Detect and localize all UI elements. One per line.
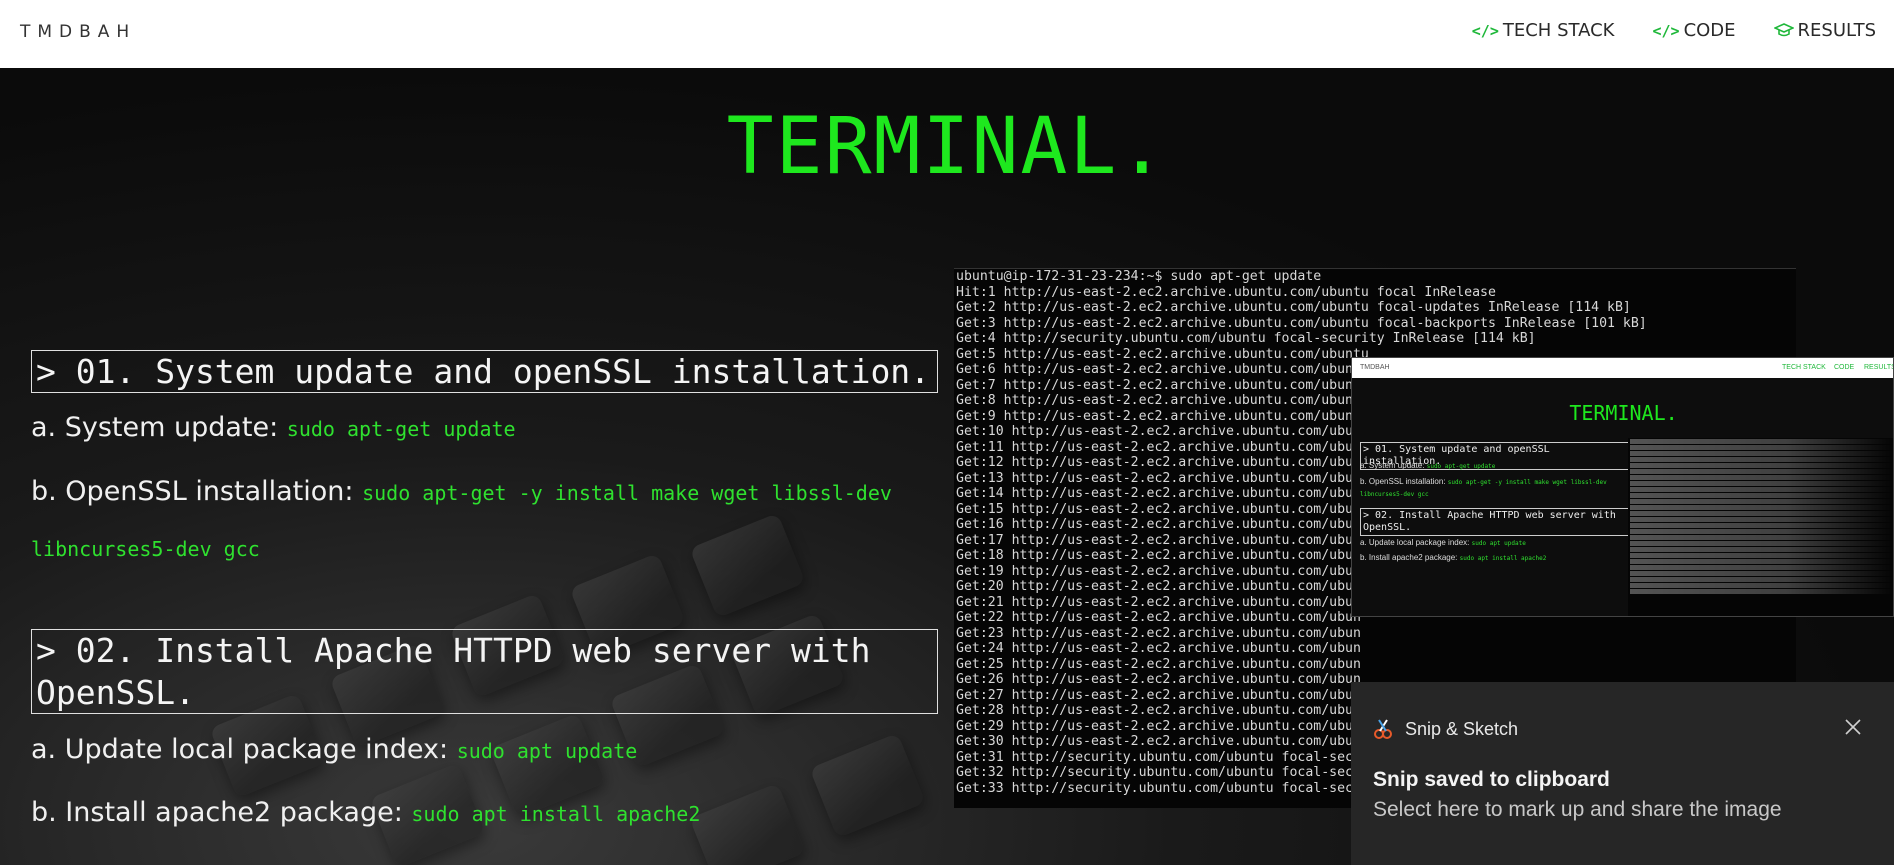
step-01-heading: > 01. System update and openSSL installa… bbox=[31, 350, 938, 393]
step-label: a. Update local package index: bbox=[31, 734, 457, 765]
preview-brand: TMDBAH bbox=[1360, 364, 1390, 371]
preview-command: sudo apt-get -y install make wget libssl… bbox=[1447, 479, 1607, 486]
nav-link-label: CODE bbox=[1683, 20, 1736, 41]
preview-command: libncurses5-dev gcc bbox=[1360, 491, 1429, 498]
step-02-item-b: b. Install apache2 package: sudo apt ins… bbox=[31, 797, 700, 828]
graduation-cap-icon bbox=[1773, 22, 1794, 39]
preview-title: TERMINAL. bbox=[1569, 401, 1678, 425]
terminal-line: Get:24 http://us-east-2.ec2.archive.ubun… bbox=[956, 641, 1361, 656]
terminal-line: Hit:1 http://us-east-2.ec2.archive.ubunt… bbox=[956, 284, 1496, 300]
step-01-item-a: a. System update: sudo apt-get update bbox=[31, 412, 516, 443]
notification-title: Snip saved to clipboard bbox=[1373, 768, 1610, 791]
top-navbar: TMDBAH </> TECH STACK </> CODE RESULTS bbox=[0, 0, 1894, 68]
terminal-line: Get:3 http://us-east-2.ec2.archive.ubunt… bbox=[956, 315, 1647, 331]
step-label: a. System update: bbox=[31, 412, 287, 443]
notification-header: Snip & Sketch bbox=[1373, 718, 1518, 740]
preview-terminal bbox=[1628, 438, 1893, 616]
step-02-heading-line2: OpenSSL. bbox=[36, 673, 195, 712]
close-icon[interactable] bbox=[1842, 716, 1864, 738]
preview-label: a. System update: bbox=[1360, 461, 1425, 470]
preview-navbar: TMDBAH TECH STACK CODE RESULTS bbox=[1352, 358, 1894, 378]
preview-line-b-cont: libncurses5-dev gcc bbox=[1360, 489, 1429, 498]
terminal-line: Get:23 http://us-east-2.ec2.archive.ubun… bbox=[956, 625, 1361, 641]
nav-link-tech-stack[interactable]: </> TECH STACK bbox=[1472, 20, 1615, 41]
nav-link-label: RESULTS bbox=[1797, 20, 1876, 41]
command-text: sudo apt update bbox=[456, 739, 638, 763]
command-text: sudo apt-get update bbox=[286, 417, 516, 441]
preview-label: a. Update local package index: bbox=[1360, 538, 1470, 547]
code-icon: </> bbox=[1652, 21, 1680, 40]
page-title: TERMINAL. bbox=[726, 102, 1168, 192]
step-label: b. OpenSSL installation: bbox=[31, 476, 363, 507]
command-text: sudo apt install apache2 bbox=[411, 802, 701, 826]
nav-link-label: TECH STACK bbox=[1502, 20, 1615, 41]
preview-label: b. OpenSSL installation: bbox=[1360, 477, 1446, 486]
brand-logo[interactable]: TMDBAH bbox=[20, 22, 136, 42]
snip-sketch-notification[interactable]: Snip & Sketch Snip saved to clipboard Se… bbox=[1351, 682, 1894, 865]
snip-sketch-app-icon bbox=[1374, 719, 1392, 739]
preview-command: sudo apt-get update bbox=[1426, 463, 1496, 470]
preview-line-d: b. Install apache2 package: sudo apt ins… bbox=[1360, 553, 1546, 562]
terminal-line: ubuntu@ip-172-31-23-234:~$ sudo apt-get … bbox=[956, 269, 1322, 284]
step-02-heading: > 02. Install Apache HTTPD web server wi… bbox=[31, 629, 938, 714]
preview-line-b: b. OpenSSL installation: sudo apt-get -y… bbox=[1360, 477, 1607, 486]
notification-app-name: Snip & Sketch bbox=[1405, 718, 1519, 739]
preview-command: sudo apt update bbox=[1471, 540, 1526, 547]
step-02-item-a: a. Update local package index: sudo apt … bbox=[31, 734, 637, 765]
terminal-line: Get:2 http://us-east-2.ec2.archive.ubunt… bbox=[956, 300, 1631, 315]
preview-line-a: a. System update: sudo apt-get update bbox=[1360, 461, 1495, 470]
step-02-heading-line1: > 02. Install Apache HTTPD web server wi… bbox=[36, 631, 871, 670]
preview-nav-code: CODE bbox=[1834, 364, 1855, 371]
nav-link-results[interactable]: RESULTS bbox=[1773, 20, 1876, 41]
command-text: libncurses5-dev gcc bbox=[31, 537, 260, 561]
preview-line-c: a. Update local package index: sudo apt … bbox=[1360, 538, 1526, 547]
step-01-item-b: b. OpenSSL installation: sudo apt-get -y… bbox=[31, 476, 892, 507]
terminal-line: Get:25 http://us-east-2.ec2.archive.ubun… bbox=[956, 656, 1361, 672]
step-01-item-b-continued: libncurses5-dev gcc bbox=[31, 532, 260, 563]
snip-preview-thumbnail[interactable]: TMDBAH TECH STACK CODE RESULTS TERMINAL.… bbox=[1351, 357, 1894, 617]
nav-links: </> TECH STACK </> CODE RESULTS bbox=[1472, 20, 1894, 41]
step-label: b. Install apache2 package: bbox=[31, 797, 412, 828]
preview-nav-tech: TECH STACK bbox=[1782, 364, 1826, 371]
terminal-line: Get:4 http://security.ubuntu.com/ubuntu … bbox=[956, 331, 1536, 346]
notification-body: Select here to mark up and share the ima… bbox=[1373, 798, 1782, 821]
command-text: sudo apt-get -y install make wget libssl… bbox=[362, 481, 892, 505]
nav-link-code[interactable]: </> CODE bbox=[1652, 20, 1735, 41]
code-icon: </> bbox=[1471, 21, 1499, 40]
preview-label: b. Install apache2 package: bbox=[1360, 553, 1458, 562]
preview-command: sudo apt install apache2 bbox=[1459, 555, 1547, 562]
preview-step-02-heading: > 02. Install Apache HTTPD web server wi… bbox=[1360, 508, 1630, 536]
preview-nav-results: RESULTS bbox=[1864, 364, 1894, 371]
